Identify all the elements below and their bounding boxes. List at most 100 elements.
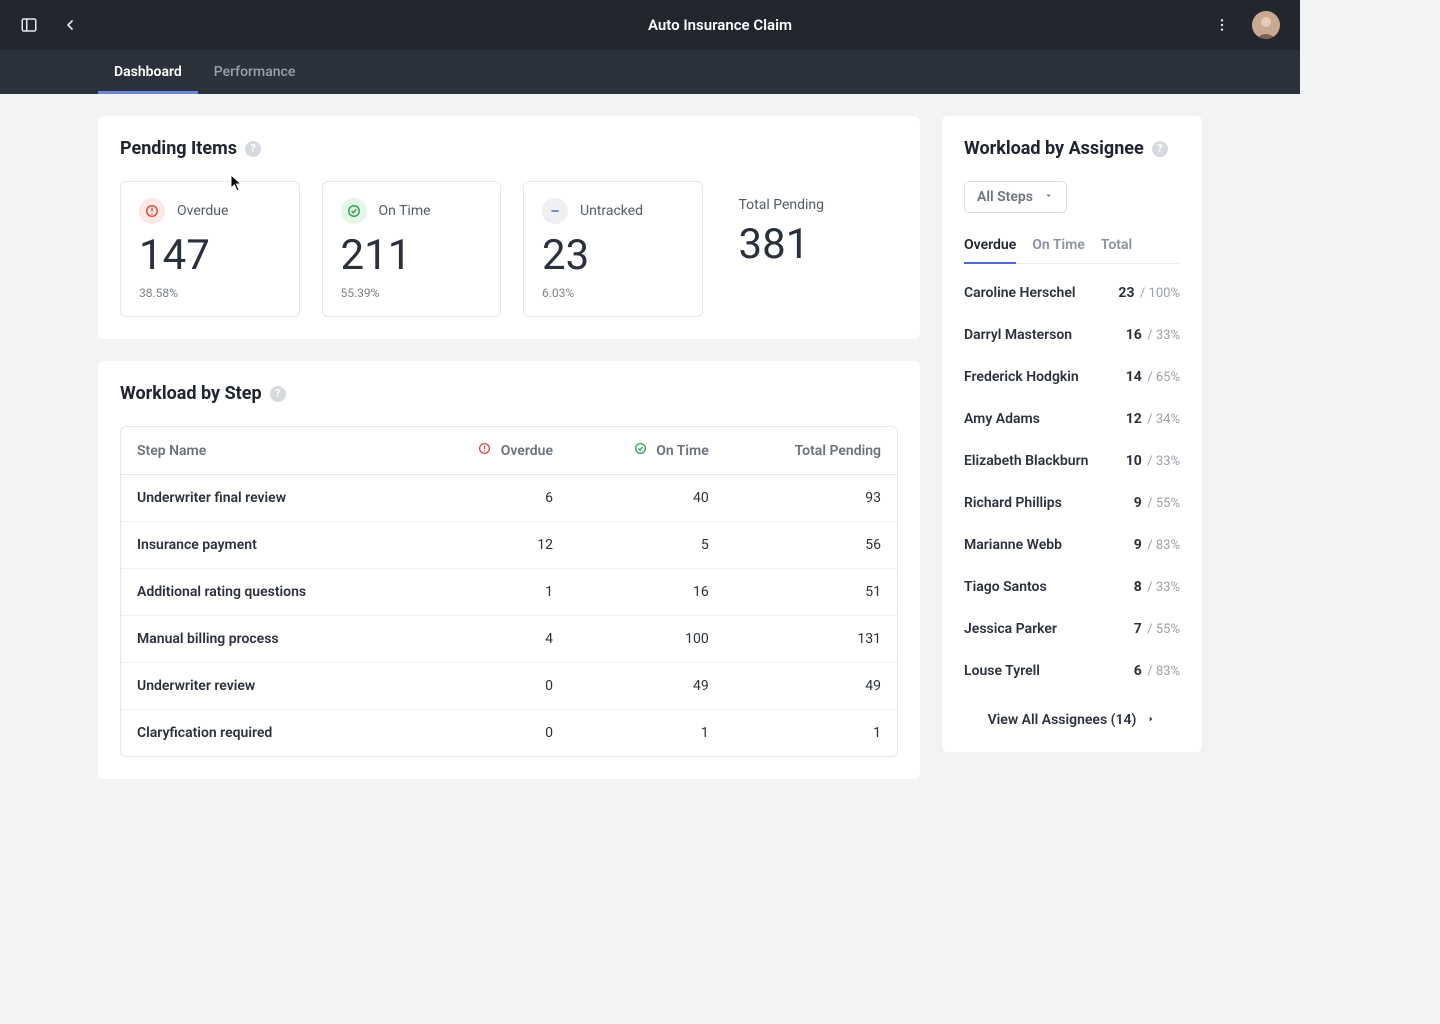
assignee-count: 16 bbox=[1126, 327, 1142, 343]
assignee-name: Marianne Webb bbox=[964, 537, 1062, 553]
total-cell: 56 bbox=[725, 522, 897, 569]
ontime-icon bbox=[341, 198, 367, 224]
stat-percent: 55.39% bbox=[341, 286, 483, 300]
assignee-count: 7 bbox=[1134, 621, 1142, 637]
tab-label: Dashboard bbox=[114, 64, 182, 80]
stat-label: On Time bbox=[379, 203, 431, 219]
col-total[interactable]: Total Pending bbox=[725, 427, 897, 475]
total-cell: 131 bbox=[725, 616, 897, 663]
back-icon[interactable] bbox=[62, 17, 78, 33]
overdue-icon bbox=[478, 442, 491, 455]
assignee-row[interactable]: Richard Phillips9 / 55% bbox=[964, 482, 1180, 524]
assignee-percent: / 83% bbox=[1147, 664, 1180, 679]
table-row[interactable]: Underwriter review04949 bbox=[121, 663, 897, 710]
assignee-name: Frederick Hodgkin bbox=[964, 369, 1079, 385]
overdue-cell: 6 bbox=[414, 475, 569, 522]
subtab-total[interactable]: Total bbox=[1101, 229, 1132, 263]
stat-label: Overdue bbox=[177, 203, 228, 219]
tab-performance[interactable]: Performance bbox=[198, 50, 312, 94]
subtab-ontime[interactable]: On Time bbox=[1032, 229, 1085, 263]
assignee-subtabs: Overdue On Time Total bbox=[964, 229, 1180, 264]
col-overdue[interactable]: Overdue bbox=[414, 427, 569, 475]
assignee-count: 9 bbox=[1134, 537, 1142, 553]
assignee-name: Tiago Santos bbox=[964, 579, 1047, 595]
overdue-cell: 1 bbox=[414, 569, 569, 616]
ontime-icon bbox=[634, 442, 647, 455]
assignee-count: 23 bbox=[1118, 285, 1134, 301]
assignee-row[interactable]: Caroline Herschel23 / 100% bbox=[964, 272, 1180, 314]
col-ontime[interactable]: On Time bbox=[569, 427, 725, 475]
user-avatar[interactable] bbox=[1252, 11, 1280, 39]
workload-step-card: Workload by Step ? Step Name Overdue bbox=[98, 361, 920, 779]
help-icon[interactable]: ? bbox=[270, 386, 286, 402]
filter-label: All Steps bbox=[977, 189, 1033, 205]
stat-ontime[interactable]: On Time 211 55.39% bbox=[322, 181, 502, 317]
stat-value: 381 bbox=[739, 223, 881, 267]
tab-label: Performance bbox=[214, 64, 296, 80]
page-title: Auto Insurance Claim bbox=[648, 16, 792, 34]
total-cell: 93 bbox=[725, 475, 897, 522]
table-row[interactable]: Additional rating questions11651 bbox=[121, 569, 897, 616]
more-menu-icon[interactable] bbox=[1214, 17, 1230, 33]
sidebar-toggle-icon[interactable] bbox=[20, 16, 38, 34]
nav-tabs: Dashboard Performance bbox=[0, 50, 1300, 94]
assignee-row[interactable]: Darryl Masterson16 / 33% bbox=[964, 314, 1180, 356]
chevron-down-icon bbox=[1043, 189, 1054, 205]
stat-percent: 38.58% bbox=[139, 286, 281, 300]
assignee-count: 8 bbox=[1134, 579, 1142, 595]
assignee-count: 12 bbox=[1126, 411, 1142, 427]
assignee-percent: / 65% bbox=[1147, 370, 1180, 385]
ontime-cell: 16 bbox=[569, 569, 725, 616]
stat-value: 23 bbox=[542, 234, 684, 278]
stat-untracked[interactable]: Untracked 23 6.03% bbox=[523, 181, 703, 317]
workload-assignee-card: Workload by Assignee ? All Steps Overdue… bbox=[942, 116, 1202, 752]
steps-filter[interactable]: All Steps bbox=[964, 181, 1067, 213]
assignee-name: Darryl Masterson bbox=[964, 327, 1072, 343]
ontime-cell: 49 bbox=[569, 663, 725, 710]
assignee-row[interactable]: Tiago Santos 8 / 33% bbox=[964, 566, 1180, 608]
overdue-icon bbox=[139, 198, 165, 224]
assignee-row[interactable]: Elizabeth Blackburn10 / 33% bbox=[964, 440, 1180, 482]
step-table: Step Name Overdue bbox=[120, 426, 898, 757]
assignee-name: Richard Phillips bbox=[964, 495, 1062, 511]
assignee-percent: / 33% bbox=[1147, 454, 1180, 469]
topbar: Auto Insurance Claim bbox=[0, 0, 1300, 50]
tab-dashboard[interactable]: Dashboard bbox=[98, 50, 198, 94]
help-icon[interactable]: ? bbox=[245, 141, 261, 157]
step-name-cell: Underwriter review bbox=[121, 663, 414, 710]
assignee-row[interactable]: Frederick Hodgkin 14 / 65% bbox=[964, 356, 1180, 398]
assignee-percent: / 83% bbox=[1147, 538, 1180, 553]
step-name-cell: Manual billing process bbox=[121, 616, 414, 663]
chevron-right-icon bbox=[1146, 712, 1156, 728]
view-all-label: View All Assignees (14) bbox=[988, 712, 1137, 728]
step-name-cell: Insurance payment bbox=[121, 522, 414, 569]
step-name-cell: Additional rating questions bbox=[121, 569, 414, 616]
subtab-overdue[interactable]: Overdue bbox=[964, 229, 1016, 263]
assignee-row[interactable]: Amy Adams12 / 34% bbox=[964, 398, 1180, 440]
help-icon[interactable]: ? bbox=[1152, 141, 1168, 157]
ontime-cell: 5 bbox=[569, 522, 725, 569]
overdue-cell: 0 bbox=[414, 663, 569, 710]
assignee-name: Louse Tyrell bbox=[964, 663, 1040, 679]
table-row[interactable]: Manual billing process4100131 bbox=[121, 616, 897, 663]
view-all-assignees[interactable]: View All Assignees (14) bbox=[964, 702, 1180, 730]
assignee-count: 14 bbox=[1126, 369, 1142, 385]
assignee-row[interactable]: Louse Tyrell6 / 83% bbox=[964, 650, 1180, 692]
pending-items-title: Pending Items bbox=[120, 138, 237, 159]
workload-assignee-title: Workload by Assignee bbox=[964, 138, 1144, 159]
assignee-percent: / 33% bbox=[1147, 580, 1180, 595]
workload-step-title: Workload by Step bbox=[120, 383, 262, 404]
table-row[interactable]: Underwriter final review64093 bbox=[121, 475, 897, 522]
total-cell: 49 bbox=[725, 663, 897, 710]
assignee-name: Amy Adams bbox=[964, 411, 1040, 427]
table-row[interactable]: Claryfication required011 bbox=[121, 710, 897, 757]
assignee-row[interactable]: Jessica Parker7 / 55% bbox=[964, 608, 1180, 650]
col-step[interactable]: Step Name bbox=[121, 427, 414, 475]
table-row[interactable]: Insurance payment12556 bbox=[121, 522, 897, 569]
ontime-cell: 40 bbox=[569, 475, 725, 522]
stat-overdue[interactable]: Overdue 147 38.58% bbox=[120, 181, 300, 317]
stat-value: 211 bbox=[341, 234, 483, 278]
assignee-count: 9 bbox=[1134, 495, 1142, 511]
assignee-row[interactable]: Marianne Webb 9 / 83% bbox=[964, 524, 1180, 566]
step-name-cell: Claryfication required bbox=[121, 710, 414, 757]
